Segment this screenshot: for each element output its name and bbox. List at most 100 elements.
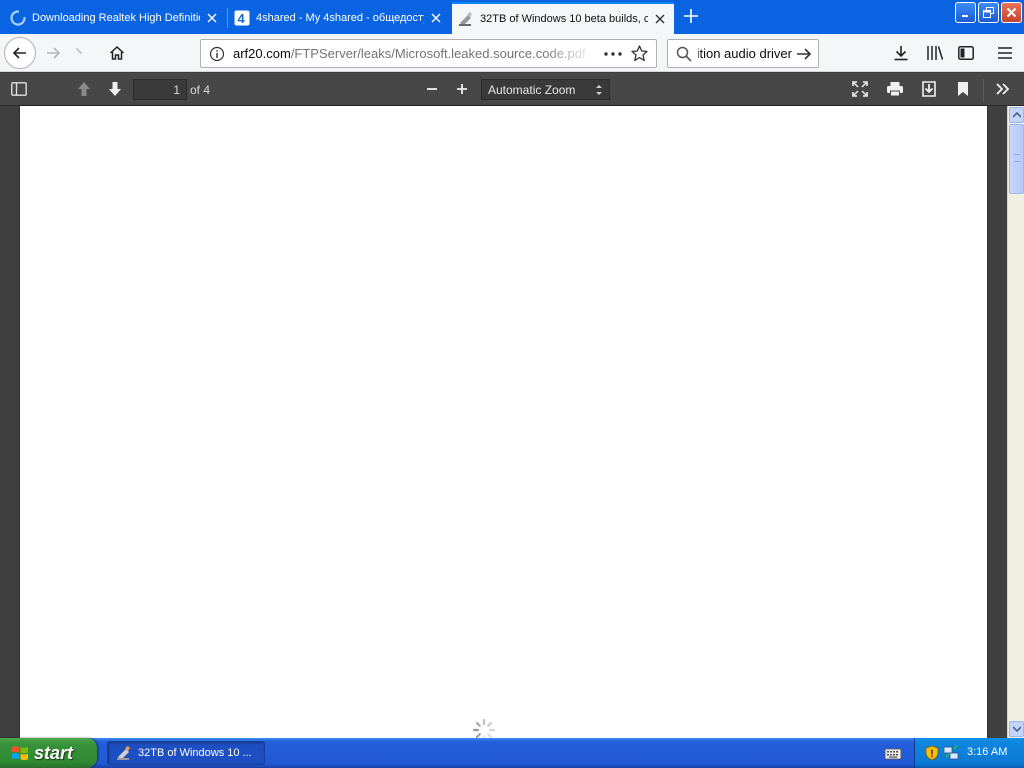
search-icon <box>676 46 692 62</box>
arrow-down-icon <box>109 82 121 96</box>
home-button[interactable] <box>102 38 132 68</box>
pdf-viewer-container[interactable] <box>0 106 1007 742</box>
taskbar-clock[interactable]: 3:16 AM <box>967 746 1007 758</box>
library-icon <box>927 46 944 60</box>
new-tab-button[interactable] <box>680 5 702 27</box>
bookmark-page-button[interactable] <box>626 41 652 67</box>
system-tray: 3:16 AM <box>914 738 1024 768</box>
scroll-down-button[interactable] <box>1009 721 1024 737</box>
tab-strip: Downloading Realtek High Definition Audi… <box>0 0 1024 34</box>
arrow-right-icon <box>47 47 61 59</box>
pdf-document-icon <box>459 12 472 26</box>
url-domain: arf20.com <box>233 46 291 61</box>
close-window-button[interactable] <box>1001 2 1022 23</box>
address-bar[interactable]: arf20.com/FTPServer/leaks/Microsoft.leak… <box>200 39 657 68</box>
tab-title: 32TB of Windows 10 beta builds, core sou… <box>480 13 648 25</box>
search-go-button[interactable] <box>792 42 816 66</box>
pdf-page[interactable] <box>20 106 987 738</box>
scroll-down-arrow-icon <box>1012 726 1021 732</box>
start-button[interactable]: start <box>0 738 97 768</box>
restore-icon <box>983 7 994 18</box>
star-icon <box>630 45 648 62</box>
minimize-window-button[interactable] <box>955 2 976 23</box>
page-count-label: of 4 <box>190 83 211 97</box>
tab-windows10-source-pdf[interactable]: 32TB of Windows 10 beta builds, core sou… <box>452 2 674 34</box>
scroll-up-button[interactable] <box>1009 107 1024 123</box>
sidebar-icon <box>958 46 974 60</box>
next-page-button[interactable] <box>102 77 128 101</box>
windows-taskbar: start 32TB of Windows 10 ... 3:16 AM <box>0 738 1024 768</box>
zoom-out-button[interactable] <box>419 77 445 101</box>
svg-text:4: 4 <box>238 11 246 26</box>
home-icon <box>109 45 125 60</box>
taskbar-window-button[interactable]: 32TB of Windows 10 ... <box>107 741 265 765</box>
sidebars-button[interactable] <box>951 38 981 68</box>
windows-logo-icon <box>12 746 28 761</box>
close-tab-icon[interactable] <box>652 11 668 27</box>
tab-realtek-download[interactable]: Downloading Realtek High Definition Audi… <box>4 2 226 34</box>
scrollbar-grip <box>1014 154 1020 162</box>
current-view-bookmark-button[interactable] <box>950 77 976 101</box>
network-icon[interactable] <box>943 745 959 761</box>
url-path: /FTPServer/leaks/Microsoft.leaked.source… <box>290 46 586 61</box>
arrow-up-icon <box>78 82 90 96</box>
back-button[interactable] <box>4 37 36 69</box>
tab-title: 4shared - My 4shared - общедоступный <box>256 12 424 24</box>
search-bar[interactable] <box>667 39 819 68</box>
sidebar-toggle-icon <box>11 82 27 96</box>
zoom-select[interactable]: Automatic Zoom <box>481 79 610 100</box>
close-tab-icon[interactable] <box>204 10 220 26</box>
page-actions-button[interactable] <box>600 41 626 67</box>
taskbar-window-label: 32TB of Windows 10 ... <box>138 747 252 759</box>
library-button[interactable] <box>920 38 950 68</box>
pdf-toolbar: of 4 Automatic Zoom <box>0 73 1024 106</box>
previous-page-button[interactable] <box>71 77 97 101</box>
loading-throbber <box>66 38 96 68</box>
save-download-icon <box>922 81 936 97</box>
pdf-document-icon <box>117 746 130 760</box>
double-chevron-right-icon <box>996 83 1010 95</box>
download-pdf-button[interactable] <box>916 77 942 101</box>
restore-window-button[interactable] <box>978 2 999 23</box>
presentation-mode-button[interactable] <box>847 77 873 101</box>
toggle-sidebar-button[interactable] <box>6 77 32 101</box>
security-shield-icon[interactable] <box>925 745 939 761</box>
loading-spinner-icon <box>10 10 26 26</box>
vertical-scrollbar[interactable] <box>1007 106 1024 738</box>
toolbar-divider <box>983 79 984 101</box>
start-label: start <box>34 742 74 763</box>
fullscreen-icon <box>852 81 868 97</box>
open-menu-button[interactable] <box>990 38 1020 68</box>
page-number-input[interactable] <box>133 79 187 100</box>
arrow-right-icon <box>797 47 812 60</box>
navigation-toolbar: arf20.com/FTPServer/leaks/Microsoft.leak… <box>0 34 1024 72</box>
throbber-icon <box>76 48 82 54</box>
forward-button[interactable] <box>38 38 68 68</box>
keyboard-icon[interactable] <box>884 745 902 761</box>
hamburger-menu-icon <box>998 47 1012 59</box>
plus-icon <box>457 84 467 94</box>
arrow-left-icon <box>12 47 26 59</box>
info-icon[interactable] <box>209 46 225 62</box>
tab-title: Downloading Realtek High Definition Audi… <box>32 12 200 24</box>
minimize-icon <box>961 14 968 17</box>
tab-4shared[interactable]: 4 4shared - My 4shared - общедоступный <box>228 2 450 34</box>
scroll-up-arrow-icon <box>1012 112 1021 118</box>
minus-icon <box>427 88 437 90</box>
download-icon <box>894 46 908 61</box>
more-dots-icon <box>604 51 622 56</box>
print-button[interactable] <box>882 77 908 101</box>
printer-icon <box>887 82 903 97</box>
zoom-in-button[interactable] <box>449 77 475 101</box>
close-icon <box>1006 7 1017 18</box>
bookmark-icon <box>958 82 968 96</box>
downloads-button[interactable] <box>886 38 916 68</box>
search-input[interactable] <box>698 46 792 61</box>
plus-icon <box>684 9 698 23</box>
tools-button[interactable] <box>990 77 1016 101</box>
close-tab-icon[interactable] <box>428 10 444 26</box>
scrollbar-thumb[interactable] <box>1009 124 1024 194</box>
select-arrows-icon <box>596 85 602 95</box>
4shared-logo-icon: 4 <box>234 10 250 26</box>
url-text[interactable]: arf20.com/FTPServer/leaks/Microsoft.leak… <box>233 46 596 61</box>
